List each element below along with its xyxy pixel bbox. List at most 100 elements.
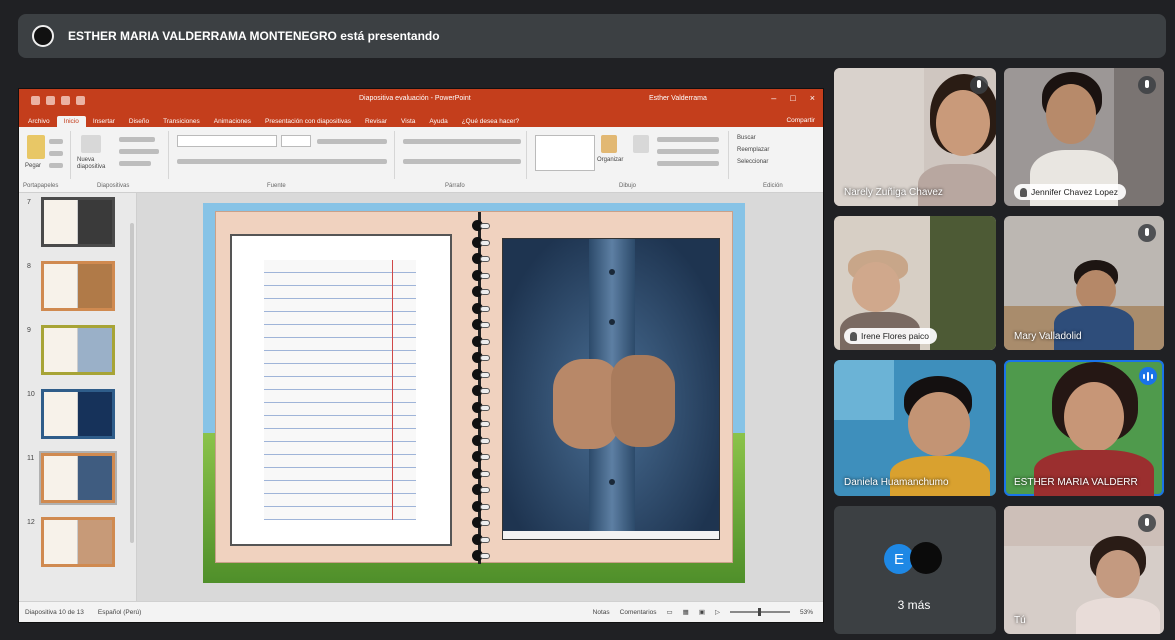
font-format-buttons[interactable] (177, 159, 387, 164)
tab-archivo[interactable]: Archivo (21, 116, 57, 127)
format-painter-icon[interactable] (49, 163, 63, 168)
person-icon (1020, 187, 1027, 197)
spiral-ring (472, 319, 490, 330)
cut-icon[interactable] (49, 139, 63, 144)
find-button[interactable]: Buscar (737, 135, 756, 141)
save-icon[interactable] (31, 95, 40, 105)
shape-effects-button[interactable] (657, 161, 719, 166)
tab-animaciones[interactable]: Animaciones (207, 116, 258, 127)
tab-transiciones[interactable]: Transiciones (156, 116, 207, 127)
slideshow-icon[interactable]: ▷ (715, 608, 720, 616)
reset-button[interactable] (119, 149, 159, 154)
participant-name: Irene Flores paico (861, 331, 930, 341)
zoom-level[interactable]: 53% (800, 609, 813, 616)
paste-icon[interactable] (27, 135, 45, 159)
window-controls: – □ × (771, 93, 815, 103)
presenting-text: ESTHER MARIA VALDERRAMA MONTENEGRO está … (68, 29, 440, 43)
undo-icon[interactable] (46, 95, 55, 105)
font-name-select[interactable] (177, 135, 277, 147)
self-view-tile[interactable]: Tú (1004, 506, 1164, 634)
align-buttons[interactable] (403, 159, 521, 164)
tell-me-search[interactable]: ¿Qué desea hacer? (455, 116, 526, 127)
maximize-icon[interactable]: □ (790, 93, 795, 103)
shape-outline-button[interactable] (657, 149, 719, 154)
layout-button[interactable] (119, 137, 155, 142)
participant-name: Narely Zuñiga Chavez (844, 187, 943, 198)
slide-number: 12 (27, 519, 35, 526)
account-name[interactable]: Esther Valderrama (649, 95, 707, 102)
participant-tile[interactable]: Mary Valladolid (1004, 216, 1164, 350)
notes-button[interactable]: Notas (593, 609, 610, 616)
tab-diseno[interactable]: Diseño (122, 116, 156, 127)
select-button[interactable]: Seleccionar (737, 159, 768, 165)
reading-view-icon[interactable]: ▣ (699, 608, 705, 616)
zoom-slider[interactable] (729, 608, 790, 616)
participant-tile[interactable]: Irene Flores paico (834, 216, 996, 350)
arrange-icon[interactable] (601, 135, 617, 153)
shape-fill-button[interactable] (657, 137, 719, 142)
section-button[interactable] (119, 161, 151, 166)
mic-off-icon (1138, 76, 1156, 94)
slide-number: 11 (27, 455, 35, 462)
slide-thumbnail[interactable]: 10 (23, 389, 133, 449)
participant-tile[interactable]: Narely Zuñiga Chavez (834, 68, 996, 206)
close-icon[interactable]: × (810, 93, 815, 103)
slide-thumbnail[interactable]: 12 (23, 517, 133, 577)
present-icon[interactable] (76, 95, 85, 105)
replace-button[interactable]: Reemplazar (737, 147, 769, 153)
group-label: Diapositivas (97, 183, 130, 189)
spiral-ring (472, 467, 490, 479)
speaking-indicator-icon (1139, 367, 1157, 385)
group-portapapeles: Pegar (19, 131, 71, 179)
tab-inicio[interactable]: Inicio (56, 116, 86, 127)
spiral-ring (472, 517, 490, 528)
copy-icon[interactable] (49, 151, 63, 156)
tab-insertar[interactable]: Insertar (86, 116, 122, 127)
slide-thumbnail-selected[interactable]: 11 (23, 453, 133, 513)
slide-number: 8 (27, 263, 31, 270)
font-size-buttons[interactable] (317, 139, 387, 144)
quick-styles-icon[interactable] (633, 135, 649, 153)
spiral-ring (472, 550, 490, 561)
shapes-gallery[interactable] (535, 135, 595, 171)
slide-thumbnail[interactable]: 9 (23, 325, 133, 385)
group-label: Párrafo (445, 183, 465, 189)
font-size-select[interactable] (281, 135, 311, 147)
participant-tile[interactable]: Daniela Huamanchumo (834, 360, 996, 496)
tab-revisar[interactable]: Revisar (358, 116, 394, 127)
minimize-icon[interactable]: – (771, 93, 776, 103)
mic-off-icon (1138, 514, 1156, 532)
comments-button[interactable]: Comentarios (620, 609, 657, 616)
tab-ayuda[interactable]: Ayuda (422, 116, 454, 127)
slide-thumbnail[interactable]: 8 (23, 261, 133, 321)
slide-counter: Diapositiva 10 de 13 (25, 608, 84, 616)
buttoning-jacket-photo (502, 238, 720, 540)
participant-tile[interactable]: Jennifer Chavez Lopez (1004, 68, 1164, 206)
participant-name: Daniela Huamanchumo (844, 477, 949, 488)
thumbnails-scrollbar[interactable] (130, 223, 134, 543)
spiral-ring (472, 269, 490, 281)
current-slide[interactable] (203, 203, 745, 583)
redo-icon[interactable] (61, 95, 70, 105)
ppt-title-bar: Diapositiva evaluación - PowerPoint Esth… (19, 89, 823, 111)
slide-thumbnail[interactable]: 7 (23, 197, 133, 257)
quick-access-toolbar[interactable] (19, 95, 85, 105)
group-fuente (171, 131, 395, 179)
more-participants-tile[interactable]: E 3 más (834, 506, 996, 634)
slide-number: 10 (27, 391, 35, 398)
share-button[interactable]: Compartir (786, 117, 815, 124)
spiral-ring (472, 418, 490, 429)
normal-view-icon[interactable]: ▭ (667, 608, 673, 616)
participant-name: Tú (1014, 615, 1026, 626)
sorter-view-icon[interactable]: ▦ (683, 608, 689, 616)
list-buttons[interactable] (403, 139, 521, 144)
new-slide-icon[interactable] (81, 135, 101, 153)
participant-name: Mary Valladolid (1014, 331, 1082, 342)
tab-presentacion[interactable]: Presentación con diapositivas (258, 116, 358, 127)
participant-tile-speaking[interactable]: ESTHER MARIA VALDERR (1004, 360, 1164, 496)
tab-vista[interactable]: Vista (394, 116, 422, 127)
language-indicator[interactable]: Español (Perú) (84, 609, 141, 616)
spiral-ring (472, 335, 490, 347)
spiral-ring (472, 434, 490, 446)
meet-screen: ESTHER MARIA VALDERRAMA MONTENEGRO está … (0, 0, 1175, 640)
